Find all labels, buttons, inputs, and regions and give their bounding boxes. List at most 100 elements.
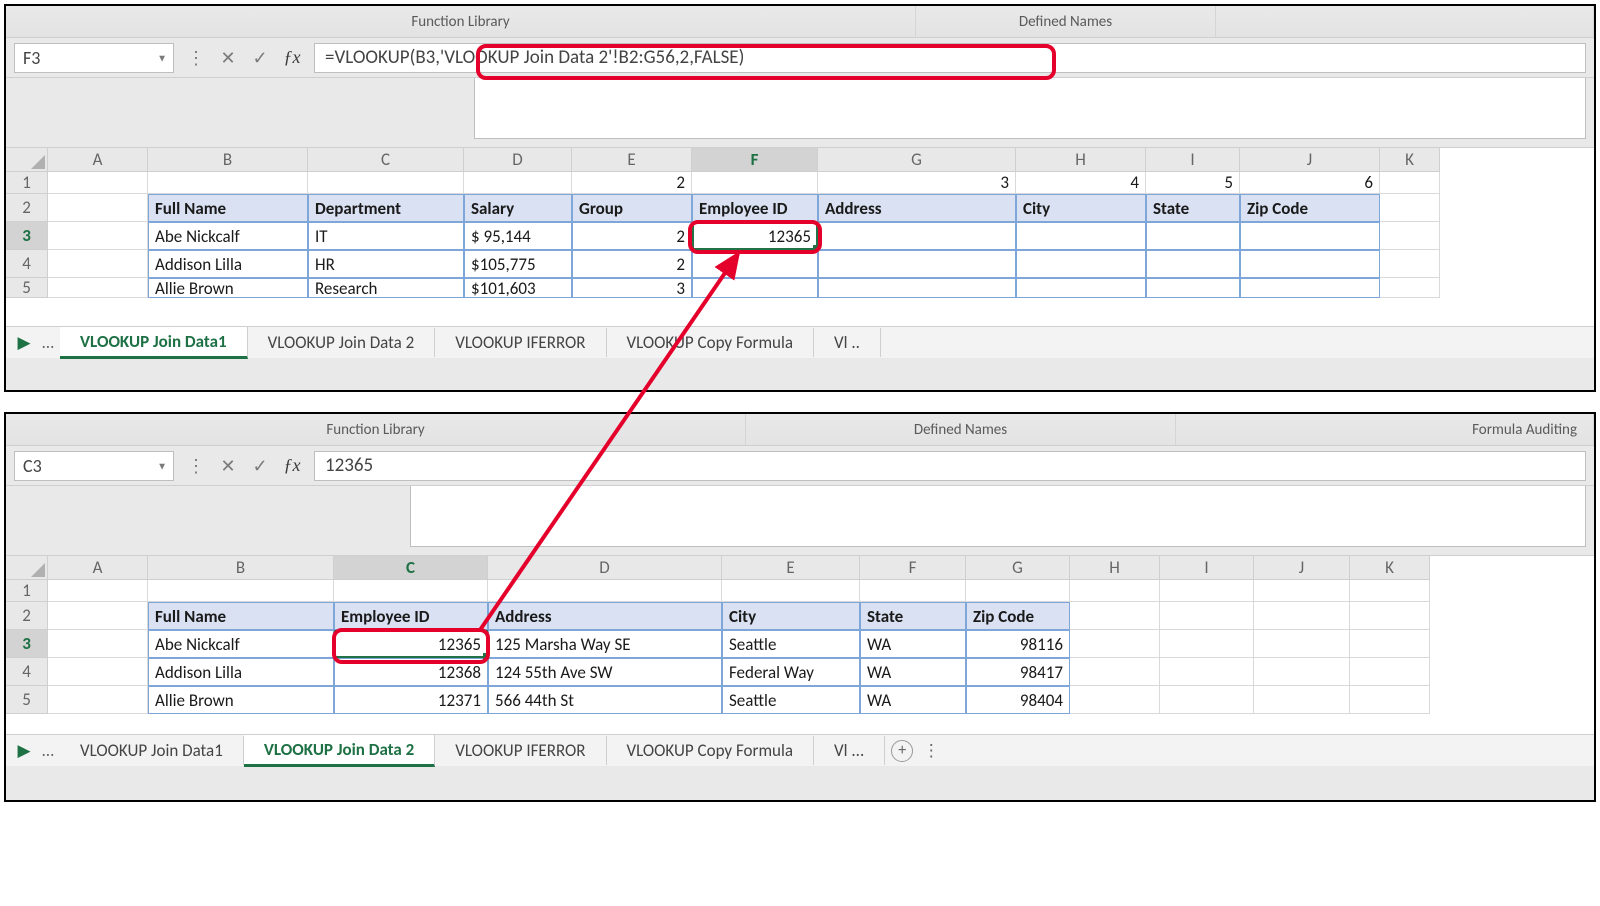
- th-department[interactable]: Department: [308, 194, 464, 222]
- formula-options-icon[interactable]: ⋮: [180, 451, 212, 481]
- col-H[interactable]: H: [1016, 148, 1146, 172]
- select-all-triangle[interactable]: [6, 148, 48, 172]
- worksheet-grid[interactable]: A B C D E F G H I J K 1: [6, 556, 1594, 734]
- ribbon-group-labels: Function Library Defined Names: [6, 6, 1594, 38]
- formula-input[interactable]: 12365: [314, 451, 1586, 481]
- sheet-tab-iferror[interactable]: VLOOKUP IFERROR: [435, 328, 606, 357]
- sheet-tab-copy[interactable]: VLOOKUP Copy Formula: [607, 736, 815, 765]
- tab-scroll-right-icon[interactable]: ▶: [12, 332, 36, 353]
- col-G[interactable]: G: [818, 148, 1016, 172]
- tab-more-icon[interactable]: …: [36, 740, 60, 761]
- col-A[interactable]: A: [48, 148, 148, 172]
- col-G[interactable]: G: [966, 556, 1070, 580]
- col-J[interactable]: J: [1254, 556, 1350, 580]
- name-box-value: C3: [23, 455, 42, 477]
- ribbon-group-function-library: Function Library: [6, 414, 746, 445]
- col-E[interactable]: E: [722, 556, 860, 580]
- col-E[interactable]: E: [572, 148, 692, 172]
- col-I[interactable]: I: [1146, 148, 1240, 172]
- sheet-tab-data2[interactable]: VLOOKUP Join Data 2: [244, 735, 435, 767]
- formula-input[interactable]: =VLOOKUP(B3,'VLOOKUP Join Data 2'!B2:G56…: [314, 43, 1586, 73]
- sheet-tab-data2[interactable]: VLOOKUP Join Data 2: [248, 328, 436, 357]
- tab-more-icon[interactable]: …: [36, 332, 60, 353]
- formula-bar: C3 ▼ ⋮ ✕ ✓ ƒx 12365: [6, 446, 1594, 486]
- row-header-3[interactable]: 3: [6, 222, 48, 250]
- formula-text: 12365: [325, 454, 373, 477]
- ribbon-group-formula-auditing: Formula Auditing: [1176, 414, 1594, 445]
- cell-C3[interactable]: 12365: [334, 630, 488, 658]
- tab-scroll-right-icon[interactable]: ▶: [12, 740, 36, 761]
- th-fullname[interactable]: Full Name: [148, 194, 308, 222]
- excel-panel-top: Function Library Defined Names F3 ▼ ⋮ ✕ …: [4, 4, 1596, 392]
- sheet-tab-data1[interactable]: VLOOKUP Join Data1: [60, 327, 248, 359]
- row-header-2[interactable]: 2: [6, 194, 48, 222]
- col-H[interactable]: H: [1070, 556, 1160, 580]
- select-all-triangle[interactable]: [6, 556, 48, 580]
- worksheet-grid[interactable]: A B C D E F G H I J K 1 2 3 4 5 6: [6, 148, 1594, 326]
- ribbon-group-defined-names: Defined Names: [916, 6, 1216, 37]
- cell-F3[interactable]: 12365: [692, 222, 818, 250]
- th-zip[interactable]: Zip Code: [1240, 194, 1380, 222]
- th-address[interactable]: Address: [818, 194, 1016, 222]
- sheet-tab-data1[interactable]: VLOOKUP Join Data1: [60, 736, 244, 765]
- column-headers: A B C D E F G H I J K: [6, 148, 1594, 172]
- fx-icon[interactable]: ƒx: [276, 43, 308, 73]
- ribbon-group-labels: Function Library Defined Names Formula A…: [6, 414, 1594, 446]
- sheet-tabs: ▶ … VLOOKUP Join Data1 VLOOKUP Join Data…: [6, 326, 1594, 358]
- sheet-tab-iferror[interactable]: VLOOKUP IFERROR: [435, 736, 606, 765]
- row-1: 1 2 3 4 5 6: [6, 172, 1594, 194]
- tab-options-icon[interactable]: ⋮: [919, 740, 943, 761]
- row-2: 2 Full Name Department Salary Group Empl…: [6, 194, 1594, 222]
- th-salary[interactable]: Salary: [464, 194, 572, 222]
- row-3: 3 Abe Nickcalf 12365 125 Marsha Way SE S…: [6, 630, 1594, 658]
- cancel-icon[interactable]: ✕: [212, 451, 244, 481]
- th-zip[interactable]: Zip Code: [966, 602, 1070, 630]
- col-F[interactable]: F: [692, 148, 818, 172]
- th-state[interactable]: State: [1146, 194, 1240, 222]
- sheet-tab-more[interactable]: Vl ..: [814, 328, 881, 357]
- new-sheet-icon[interactable]: +: [891, 740, 913, 762]
- sheet-tab-more[interactable]: Vl ...: [814, 736, 885, 765]
- th-fullname[interactable]: Full Name: [148, 602, 334, 630]
- col-B[interactable]: B: [148, 148, 308, 172]
- row-2: 2 Full Name Employee ID Address City Sta…: [6, 602, 1594, 630]
- fx-icon[interactable]: ƒx: [276, 451, 308, 481]
- cancel-icon[interactable]: ✕: [212, 43, 244, 73]
- ribbon-group-defined-names: Defined Names: [746, 414, 1176, 445]
- name-box[interactable]: C3 ▼: [14, 451, 174, 481]
- th-address[interactable]: Address: [488, 602, 722, 630]
- col-K[interactable]: K: [1350, 556, 1430, 580]
- th-empid[interactable]: Employee ID: [692, 194, 818, 222]
- th-state[interactable]: State: [860, 602, 966, 630]
- col-D[interactable]: D: [488, 556, 722, 580]
- row-3: 3 Abe Nickcalf IT $ 95,144 2 12365: [6, 222, 1594, 250]
- name-box-value: F3: [23, 47, 40, 69]
- col-J[interactable]: J: [1240, 148, 1380, 172]
- sheet-tabs: ▶ … VLOOKUP Join Data1 VLOOKUP Join Data…: [6, 734, 1594, 766]
- name-box[interactable]: F3 ▼: [14, 43, 174, 73]
- formula-options-icon[interactable]: ⋮: [180, 43, 212, 73]
- col-I[interactable]: I: [1160, 556, 1254, 580]
- col-C[interactable]: C: [308, 148, 464, 172]
- col-K[interactable]: K: [1380, 148, 1440, 172]
- enter-icon[interactable]: ✓: [244, 43, 276, 73]
- chevron-down-icon[interactable]: ▼: [157, 459, 167, 472]
- formula-text: =VLOOKUP(B3,'VLOOKUP Join Data 2'!B2:G56…: [325, 46, 744, 69]
- th-group[interactable]: Group: [572, 194, 692, 222]
- col-A[interactable]: A: [48, 556, 148, 580]
- col-F[interactable]: F: [860, 556, 966, 580]
- th-city[interactable]: City: [722, 602, 860, 630]
- col-D[interactable]: D: [464, 148, 572, 172]
- sheet-tab-copy[interactable]: VLOOKUP Copy Formula: [607, 328, 815, 357]
- th-city[interactable]: City: [1016, 194, 1146, 222]
- row-4: 4 Addison Lilla 12368 124 55th Ave SW Fe…: [6, 658, 1594, 686]
- th-empid[interactable]: Employee ID: [334, 602, 488, 630]
- formula-bar: F3 ▼ ⋮ ✕ ✓ ƒx =VLOOKUP(B3,'VLOOKUP Join …: [6, 38, 1594, 78]
- col-C[interactable]: C: [334, 556, 488, 580]
- row-4: 4 Addison Lilla HR $105,775 2: [6, 250, 1594, 278]
- row-1: 1: [6, 580, 1594, 602]
- col-B[interactable]: B: [148, 556, 334, 580]
- enter-icon[interactable]: ✓: [244, 451, 276, 481]
- chevron-down-icon[interactable]: ▼: [157, 51, 167, 64]
- row-header-1[interactable]: 1: [6, 172, 48, 194]
